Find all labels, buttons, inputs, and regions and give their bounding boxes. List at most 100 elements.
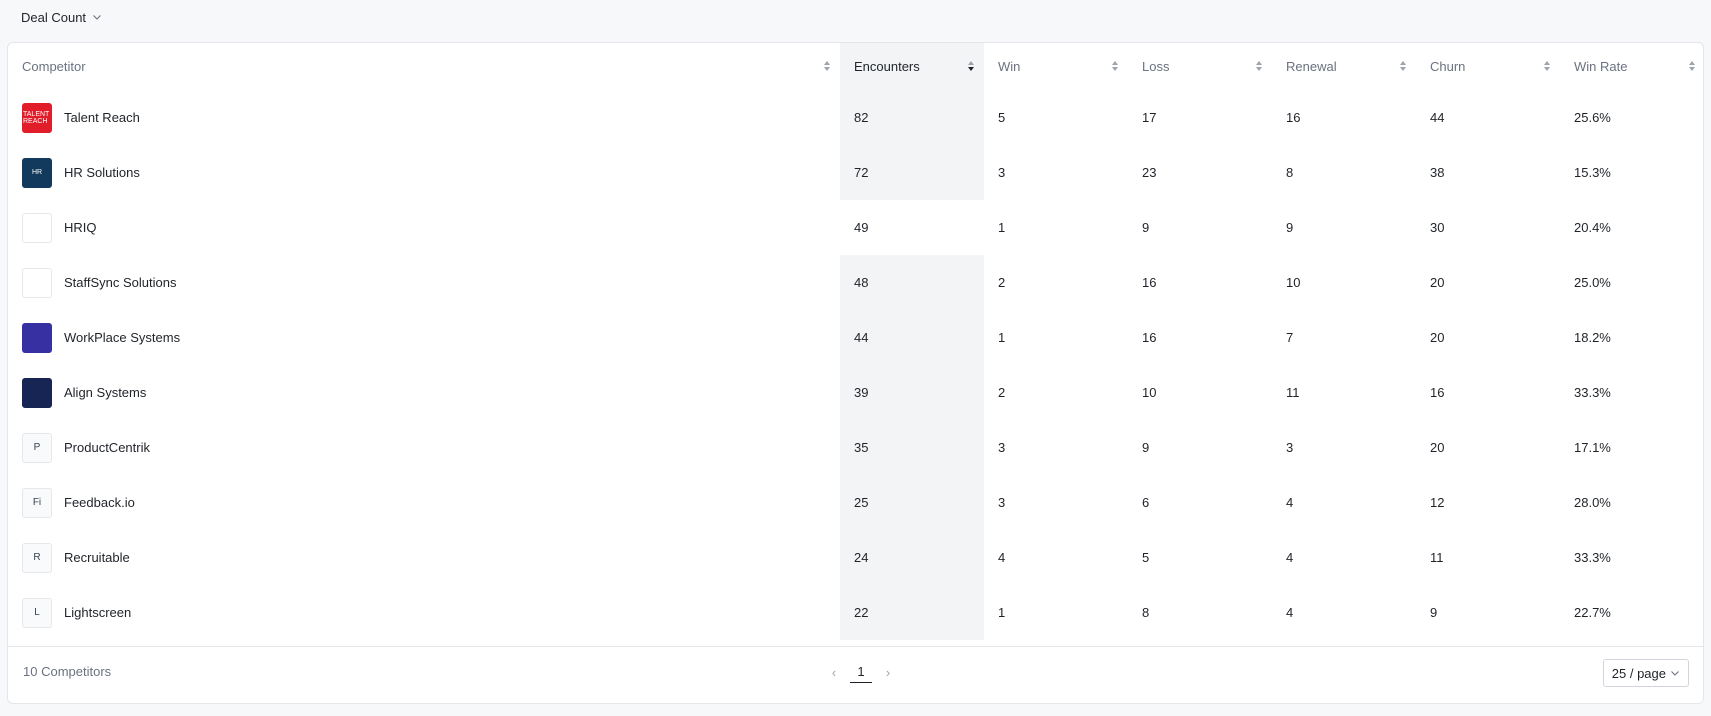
cell-churn: 44 [1430,110,1445,126]
table-row[interactable]: StaffSync Solutions 48 2 16 10 20 25.0% [8,255,1703,310]
sort-icon[interactable] [1544,61,1550,72]
cell-renewal: 10 [1286,275,1301,290]
sort-icon[interactable] [1689,61,1695,72]
competitor-name[interactable]: Align Systems [64,385,146,400]
competitor-cell: HRIQ [22,212,826,243]
competitor-logo-text: L [34,607,40,618]
competitor-logo: TALENT REACH [22,102,52,133]
cell-encounters: 82 [840,90,984,145]
table-row[interactable]: Fi Feedback.io 25 3 6 4 12 28.0% [8,475,1703,530]
prev-page-icon[interactable]: ‹ [828,665,840,680]
cell-encounters: 24 [840,530,984,585]
cell-win: 1 [998,605,1006,620]
competitor-cell: Align Systems [22,377,826,408]
column-header-win-rate[interactable]: Win Rate [1560,43,1703,90]
cell-competitor: Fi Feedback.io [8,475,840,530]
cell-renewal: 4 [1286,550,1294,565]
cell-renewal: 4 [1286,495,1294,510]
cell-renewal: 7 [1286,330,1294,345]
cell-loss: 8 [1142,605,1150,620]
page-number-current[interactable]: 1 [850,661,872,683]
competitor-logo [22,322,52,353]
cell-win-rate: 15.3% [1574,165,1611,180]
table-row[interactable]: P ProductCentrik 35 3 9 3 20 17.1% [8,420,1703,475]
competitor-name[interactable]: Recruitable [64,550,130,565]
table-row[interactable]: TALENT REACH Talent Reach 82 5 17 16 44 25.6% [8,90,1703,145]
competitor-cell: R Recruitable [22,542,826,573]
cell-loss: 23 [1142,165,1157,180]
competitor-cell: HR HR Solutions [22,157,826,188]
sort-icon[interactable] [968,61,974,72]
page-size-label: 25 / page [1611,665,1666,681]
competitors-table: Competitor Encounters Win Loss Renewal C… [8,43,1703,640]
cell-loss: 6 [1142,495,1150,510]
chevron-down-icon [93,15,101,20]
competitor-name[interactable]: StaffSync Solutions [64,275,177,290]
competitor-name[interactable]: HRIQ [64,220,97,235]
cell-encounters: 35 [840,420,984,475]
competitor-cell: WorkPlace Systems [22,322,826,353]
cell-encounters: 48 [840,255,984,310]
competitors-table-card: Competitor Encounters Win Loss Renewal C… [7,42,1704,704]
table-row[interactable]: WorkPlace Systems 44 1 16 7 20 18.2% [8,310,1703,365]
competitor-name[interactable]: ProductCentrik [64,440,150,455]
cell-win: 3 [998,495,1006,510]
table-row[interactable]: L Lightscreen 22 1 8 4 9 22.7% [8,585,1703,640]
cell-churn: 20 [1430,440,1445,455]
cell-win-rate: 18.2% [1574,330,1611,345]
cell-churn: 38 [1430,165,1445,180]
cell-win-rate: 33.3% [1574,550,1611,565]
sort-icon[interactable] [1256,61,1262,72]
cell-win-rate: 17.1% [1574,440,1611,455]
cell-win: 5 [998,110,1006,126]
competitor-cell: P ProductCentrik [22,432,826,463]
competitor-name[interactable]: Feedback.io [64,495,135,510]
competitor-logo-text: R [33,552,41,563]
competitor-name[interactable]: Talent Reach [64,110,140,125]
competitor-logo-text: TALENT REACH [23,110,50,125]
table-row[interactable]: HR HR Solutions 72 3 23 8 38 15.3% [8,145,1703,200]
competitor-logo [22,212,52,243]
table-row[interactable]: Align Systems 39 2 10 11 16 33.3% [8,365,1703,420]
competitor-count: 10 Competitors [23,664,112,679]
cell-encounters: 49 [840,200,984,255]
competitor-cell: TALENT REACH Talent Reach [22,102,826,133]
cell-encounters: 25 [840,475,984,530]
competitor-logo-text: HR [31,169,43,176]
cell-win: 1 [998,330,1006,345]
competitor-name[interactable]: HR Solutions [64,165,140,180]
column-header-churn[interactable]: Churn [1416,43,1560,90]
cell-loss: 9 [1142,440,1150,455]
table-body: TALENT REACH Talent Reach 82 5 17 16 44 25.6% HR… [8,90,1703,640]
cell-encounters: 22 [840,585,984,640]
page-size-select[interactable]: 25 / page [1602,659,1689,687]
column-header-loss[interactable]: Loss [1128,43,1272,90]
cell-competitor: WorkPlace Systems [8,310,840,365]
sort-icon[interactable] [1400,61,1406,72]
cell-loss: 5 [1142,550,1150,565]
cell-churn: 12 [1430,495,1445,510]
next-page-icon[interactable]: › [882,665,894,680]
sort-icon[interactable] [824,61,830,72]
cell-renewal: 4 [1286,605,1294,620]
cell-win: 1 [984,200,1128,255]
column-header-encounters[interactable]: Encounters [840,43,984,90]
competitor-logo: HR [22,157,52,188]
column-header-win[interactable]: Win [984,43,1128,90]
column-header-renewal[interactable]: Renewal [1272,43,1416,90]
column-header-competitor[interactable]: Competitor [8,43,840,90]
metric-dropdown[interactable]: Deal Count [21,6,102,28]
cell-competitor: HR HR Solutions [8,145,840,200]
table-row[interactable]: HRIQ 49 1 9 9 30 20.4% [8,200,1703,255]
competitor-name[interactable]: Lightscreen [64,605,131,620]
cell-loss: 16 [1142,330,1157,345]
competitor-name[interactable]: WorkPlace Systems [64,330,180,345]
cell-renewal: 3 [1286,440,1294,455]
table-row[interactable]: R Recruitable 24 4 5 4 11 33.3% [8,530,1703,585]
sort-icon[interactable] [1112,61,1118,72]
competitor-logo [22,377,52,408]
table-footer: 10 Competitors ‹ 1 › 25 / page [8,646,1703,703]
pagination: ‹ 1 › [828,661,894,683]
cell-churn: 20 [1430,275,1445,290]
cell-churn: 11 [1430,550,1444,565]
